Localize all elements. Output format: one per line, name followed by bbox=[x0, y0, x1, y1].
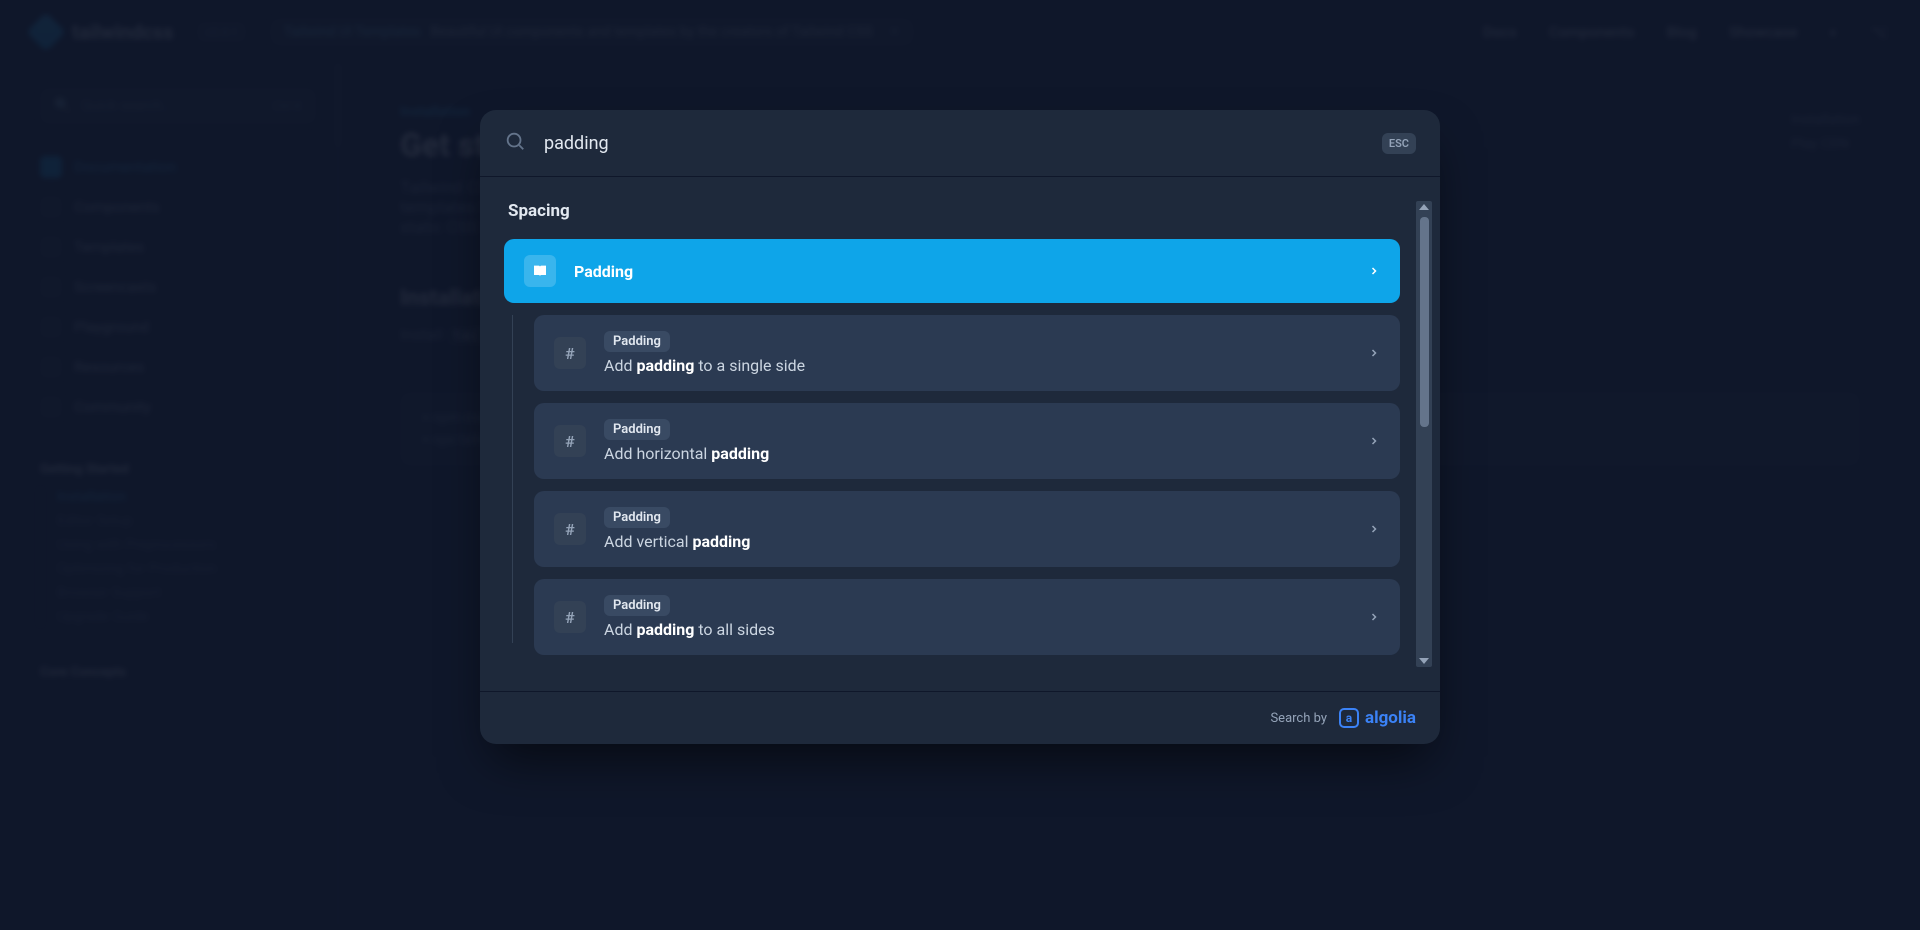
scrollbar-thumb[interactable] bbox=[1420, 217, 1429, 427]
scroll-up-icon[interactable] bbox=[1419, 204, 1429, 210]
scroll-down-icon[interactable] bbox=[1419, 658, 1429, 664]
hit-description: Add vertical padding bbox=[604, 532, 750, 551]
hit-badge: Padding bbox=[604, 419, 670, 440]
algolia-wordmark: algolia bbox=[1365, 708, 1416, 728]
hit-badge: Padding bbox=[604, 595, 670, 616]
hit-badge: Padding bbox=[604, 331, 670, 352]
hash-icon: # bbox=[554, 513, 586, 545]
chevron-right-icon bbox=[1368, 520, 1380, 539]
search-icon bbox=[504, 130, 526, 156]
search-hit-vertical[interactable]: # Padding Add vertical padding bbox=[534, 491, 1400, 567]
hit-description: Add horizontal padding bbox=[604, 444, 769, 463]
search-hit-horizontal[interactable]: # Padding Add horizontal padding bbox=[534, 403, 1400, 479]
hit-badge: Padding bbox=[604, 507, 670, 528]
algolia-mark-icon: a bbox=[1339, 708, 1359, 728]
search-hit-padding[interactable]: Padding bbox=[504, 239, 1400, 303]
algolia-logo[interactable]: a algolia bbox=[1339, 708, 1416, 728]
hit-title: Padding bbox=[574, 262, 633, 281]
result-group-label: Spacing bbox=[508, 201, 1400, 221]
search-by-label: Search by bbox=[1270, 711, 1327, 726]
escape-key[interactable]: ESC bbox=[1382, 133, 1416, 154]
hash-icon: # bbox=[554, 425, 586, 457]
search-hit-all-sides[interactable]: # Padding Add padding to all sides bbox=[534, 579, 1400, 655]
modal-overlay[interactable]: ESC Spacing Padding # bbox=[0, 0, 1920, 930]
search-results: Spacing Padding # P bbox=[480, 176, 1440, 691]
hit-description: Add padding to a single side bbox=[604, 356, 805, 375]
search-modal-footer: Search by a algolia bbox=[480, 691, 1440, 744]
chevron-right-icon bbox=[1368, 262, 1380, 281]
search-hit-single-side[interactable]: # Padding Add padding to a single side bbox=[534, 315, 1400, 391]
book-open-icon bbox=[524, 255, 556, 287]
search-modal: ESC Spacing Padding # bbox=[480, 110, 1440, 744]
results-scrollbar[interactable] bbox=[1416, 201, 1432, 667]
chevron-right-icon bbox=[1368, 608, 1380, 627]
hash-icon: # bbox=[554, 601, 586, 633]
chevron-right-icon bbox=[1368, 344, 1380, 363]
chevron-right-icon bbox=[1368, 432, 1380, 451]
search-input[interactable] bbox=[544, 133, 1364, 154]
search-modal-header: ESC bbox=[480, 110, 1440, 176]
hash-icon: # bbox=[554, 337, 586, 369]
hit-description: Add padding to all sides bbox=[604, 620, 775, 639]
